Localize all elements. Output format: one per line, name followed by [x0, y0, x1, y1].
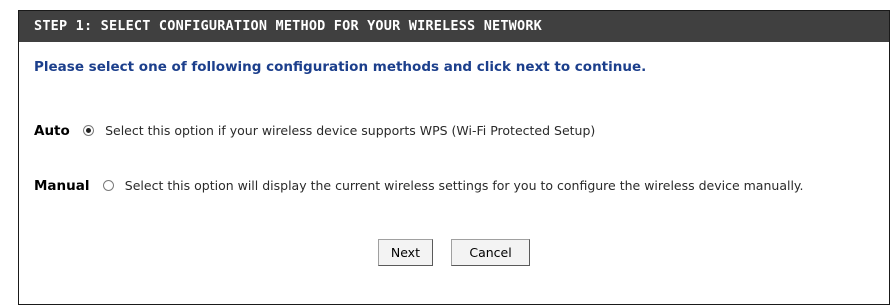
option-manual-label: Manual: [34, 178, 90, 194]
manual-radio[interactable]: [102, 180, 114, 191]
option-auto-description: Select this option if your wireless devi…: [105, 123, 596, 138]
cancel-button[interactable]: Cancel: [451, 239, 531, 266]
option-auto-label: Auto: [34, 123, 70, 139]
option-manual-description: Select this option will display the curr…: [124, 178, 804, 193]
button-bar: Next Cancel: [19, 239, 889, 266]
wizard-step-panel: STEP 1: SELECT CONFIGURATION METHOD FOR …: [18, 10, 890, 305]
option-manual: Manual Select this option will display t…: [34, 176, 877, 196]
option-auto: Auto Select this option if your wireless…: [34, 121, 877, 141]
step-title: STEP 1: SELECT CONFIGURATION METHOD FOR …: [19, 11, 889, 42]
next-button[interactable]: Next: [377, 239, 433, 266]
auto-radio[interactable]: [82, 125, 94, 136]
page: { "header": { "title": "STEP 1: SELECT C…: [0, 0, 895, 307]
instruction-text: Please select one of following configura…: [34, 59, 647, 75]
